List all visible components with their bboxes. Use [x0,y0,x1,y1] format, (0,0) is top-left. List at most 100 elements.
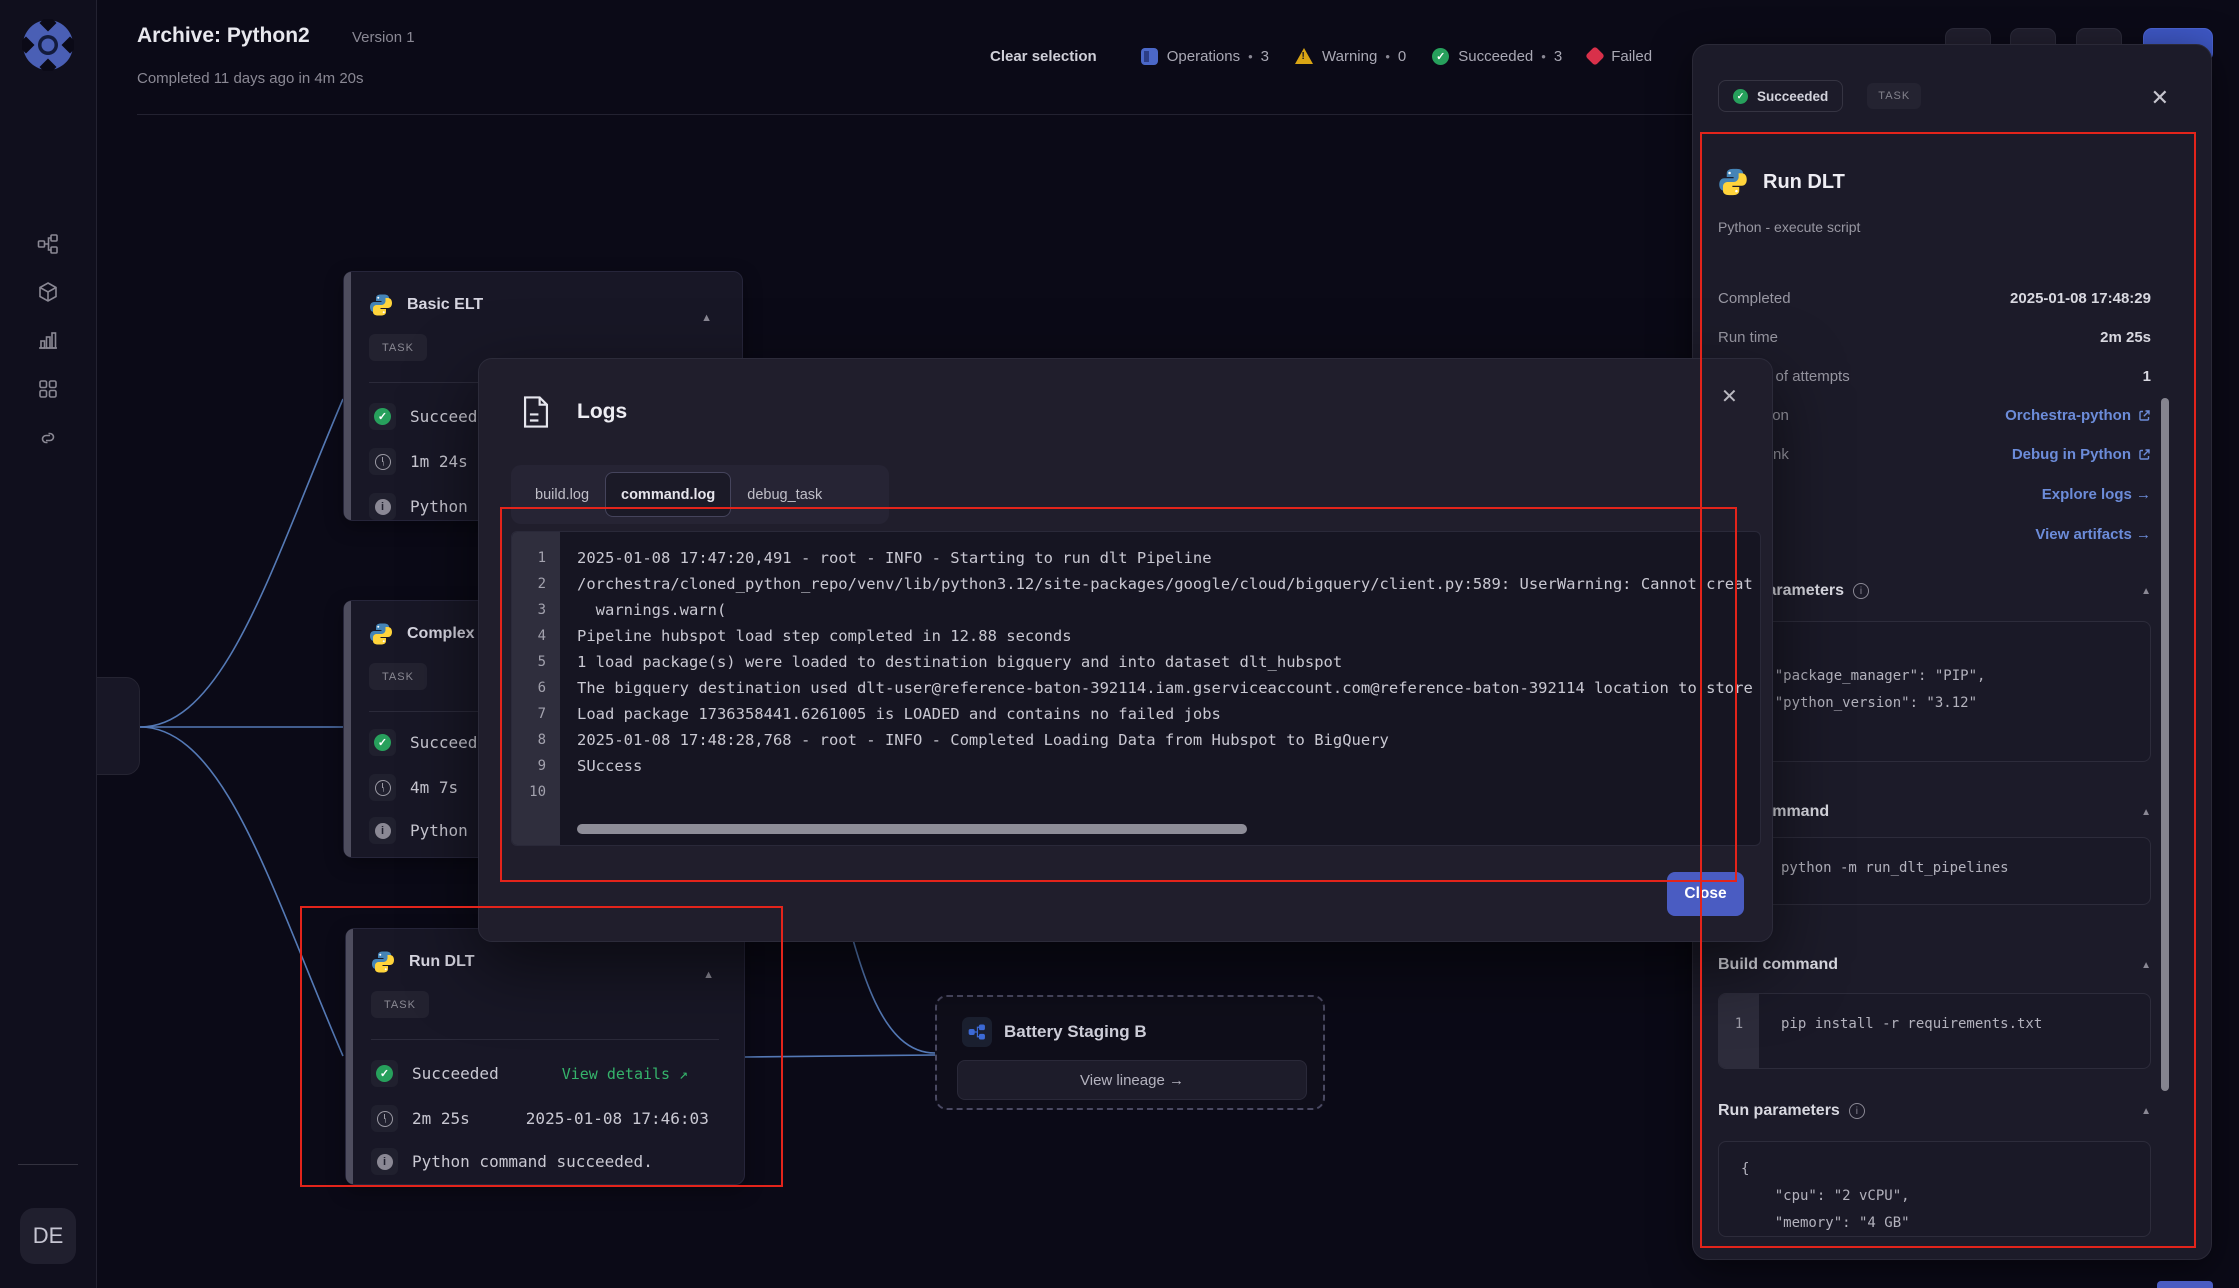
version-label: Version 1 [352,29,415,46]
check-icon: ✓ [371,1060,398,1087]
log-line: 6 The bigquery destination used dlt-user@… [537,679,1753,697]
clock-icon [371,1105,398,1132]
cube-icon[interactable] [37,281,59,303]
log-line: 10 [529,784,546,800]
build-command-header: Build command ▲ [1718,956,2151,973]
debug-link[interactable]: Debug in Python [2012,446,2151,463]
run-parameters-box: { "cpu": "2 vCPU", "memory": "4 GB" [1718,1141,2151,1237]
tab-debug-task[interactable]: debug_task [731,472,838,517]
header-divider [137,114,1693,115]
run-command-code: python -m run_dlt_pipelines [1781,860,2009,876]
operations-count: 3 [1260,47,1269,65]
log-tabs: build.log command.log debug_task [511,465,889,524]
collapse-chevron-icon[interactable]: ▲ [2141,586,2151,597]
log-line: 3 warnings.warn( [537,601,727,619]
card-divider [371,1039,719,1040]
status-toolbar: Clear selection Operations • 3 Warning •… [990,44,1686,68]
log-line: 2/orchestra/cloned_python_repo/venv/lib/… [537,575,1753,593]
check-icon: ✓ [369,729,396,756]
modal-close-icon[interactable]: ✕ [1721,384,1738,409]
python-icon [1719,168,1747,196]
edge-rundlt-to-battery [744,1054,936,1058]
collapse-chevron-icon[interactable]: ▲ [2141,1106,2151,1117]
explore-logs-link[interactable]: Explore logs → [2042,486,2151,503]
sidebar-divider [18,1164,78,1165]
build-command-box: 1 pip install -r requirements.txt [1718,993,2151,1069]
task-title: Complex [407,625,475,642]
panel-scrollbar[interactable] [2161,398,2169,1091]
pipeline-card-battery-staging-b[interactable]: Battery Staging B View lineage → [935,995,1325,1110]
collapse-chevron-icon[interactable]: ▲ [2141,960,2151,971]
check-icon: ✓ [369,403,396,430]
tab-command-log[interactable]: command.log [605,472,732,517]
panel-task-title: Run DLT [1763,170,1845,193]
integration-link[interactable]: Orchestra-python [2005,407,2151,424]
detail-row-artifacts: ArtifactsView artifacts → [1718,524,2151,544]
task-type-badge: TASK [371,991,429,1018]
page-subtitle: Completed 11 days ago in 4m 20s [137,70,364,87]
task-title: Basic ELT [407,296,484,313]
stat-operations: Operations • 3 [1140,47,1269,65]
close-icon[interactable]: ✕ [2151,85,2169,111]
runtime-row: 1m 24s [369,448,468,475]
log-viewer: 1 2025-01-08 17:47:20,491 - root - INFO -… [511,531,1761,846]
tab-build-log[interactable]: build.log [519,472,605,517]
task-type-badge: TASK [369,663,427,690]
user-avatar[interactable]: DE [20,1208,76,1264]
card-accent-bar [344,601,351,857]
task-title: Run DLT [409,953,475,970]
log-line: 4 Pipeline hubspot load step completed in… [537,627,1072,645]
run-parameters-header: Run parameters i ▲ [1718,1102,2151,1119]
run-command-box: 1 python -m run_dlt_pipelines [1718,837,2151,905]
info-icon: i [1853,583,1869,599]
view-artifacts-link[interactable]: View artifacts → [2035,526,2151,543]
apps-grid-icon[interactable] [37,378,59,400]
line-number: 1 [1719,994,1759,1068]
stat-warning: Warning • 0 [1295,48,1406,65]
pipeline-icon[interactable] [37,233,59,255]
task-parameters-code: { "package_manager": "PIP", "python_vers… [1741,641,1986,738]
orchestra-logo[interactable] [22,19,74,71]
warning-count: 0 [1397,47,1407,65]
collapse-chevron-icon[interactable]: ▲ [701,312,712,324]
clock-icon [369,448,396,475]
view-lineage-button[interactable]: View lineage → [957,1060,1307,1100]
log-line: 1 2025-01-08 17:47:20,491 - root - INFO -… [537,549,1212,567]
external-link-icon [2139,448,2150,460]
task-type-badge: TASK [369,334,427,361]
message-row: i Python command succeeded. [371,1148,653,1175]
task-card-run-dlt[interactable]: Run DLT ▲ TASK ✓ Succeeded View details … [345,928,745,1185]
panel-task-subtitle: Python - execute script [1718,219,1861,235]
info-icon: i [369,493,396,520]
detail-row-integration: Integration Orchestra-python [1718,405,2151,425]
bottom-right-button-sliver[interactable] [2157,1281,2213,1288]
edge-to-run-dlt [139,726,344,1057]
log-line: 51 load package(s) were loaded to destin… [537,653,1343,671]
runtime-row: 4m 7s [369,774,458,801]
collapse-chevron-icon[interactable]: ▲ [2141,807,2151,818]
sidebar: DE [0,0,97,1288]
logs-modal: Logs ✕ build.log command.log debug_task … [478,358,1773,942]
collapse-chevron-icon[interactable]: ▲ [703,969,714,981]
warning-icon [1295,48,1313,64]
card-accent-bar [344,272,351,520]
finished-timestamp: 2025-01-08 17:46:03 [525,1109,709,1128]
close-button[interactable]: Close [1667,872,1744,916]
view-details-link[interactable]: View details ↗ [562,1065,688,1083]
status-badge: ✓ Succeeded [1718,80,1844,112]
chart-icon[interactable] [37,329,59,351]
horizontal-scrollbar[interactable] [577,824,1247,834]
failed-icon [1585,46,1606,66]
build-command-code: pip install -r requirements.txt [1781,1016,2043,1032]
task-parameters-box: { "package_manager": "PIP", "python_vers… [1718,621,2151,762]
operations-icon [1140,47,1158,65]
task-type-badge: TASK [1867,83,1922,109]
python-icon [370,294,392,316]
link-icon[interactable] [37,427,59,449]
stat-succeeded: ✓ Succeeded • 3 [1432,47,1562,65]
detail-row-completed: Completed 2025-01-08 17:48:29 [1718,289,2151,307]
clear-selection-button[interactable]: Clear selection [990,48,1097,65]
info-icon: i [1848,1103,1865,1119]
stat-failed: Failed [1585,46,1660,66]
python-icon [370,623,392,645]
